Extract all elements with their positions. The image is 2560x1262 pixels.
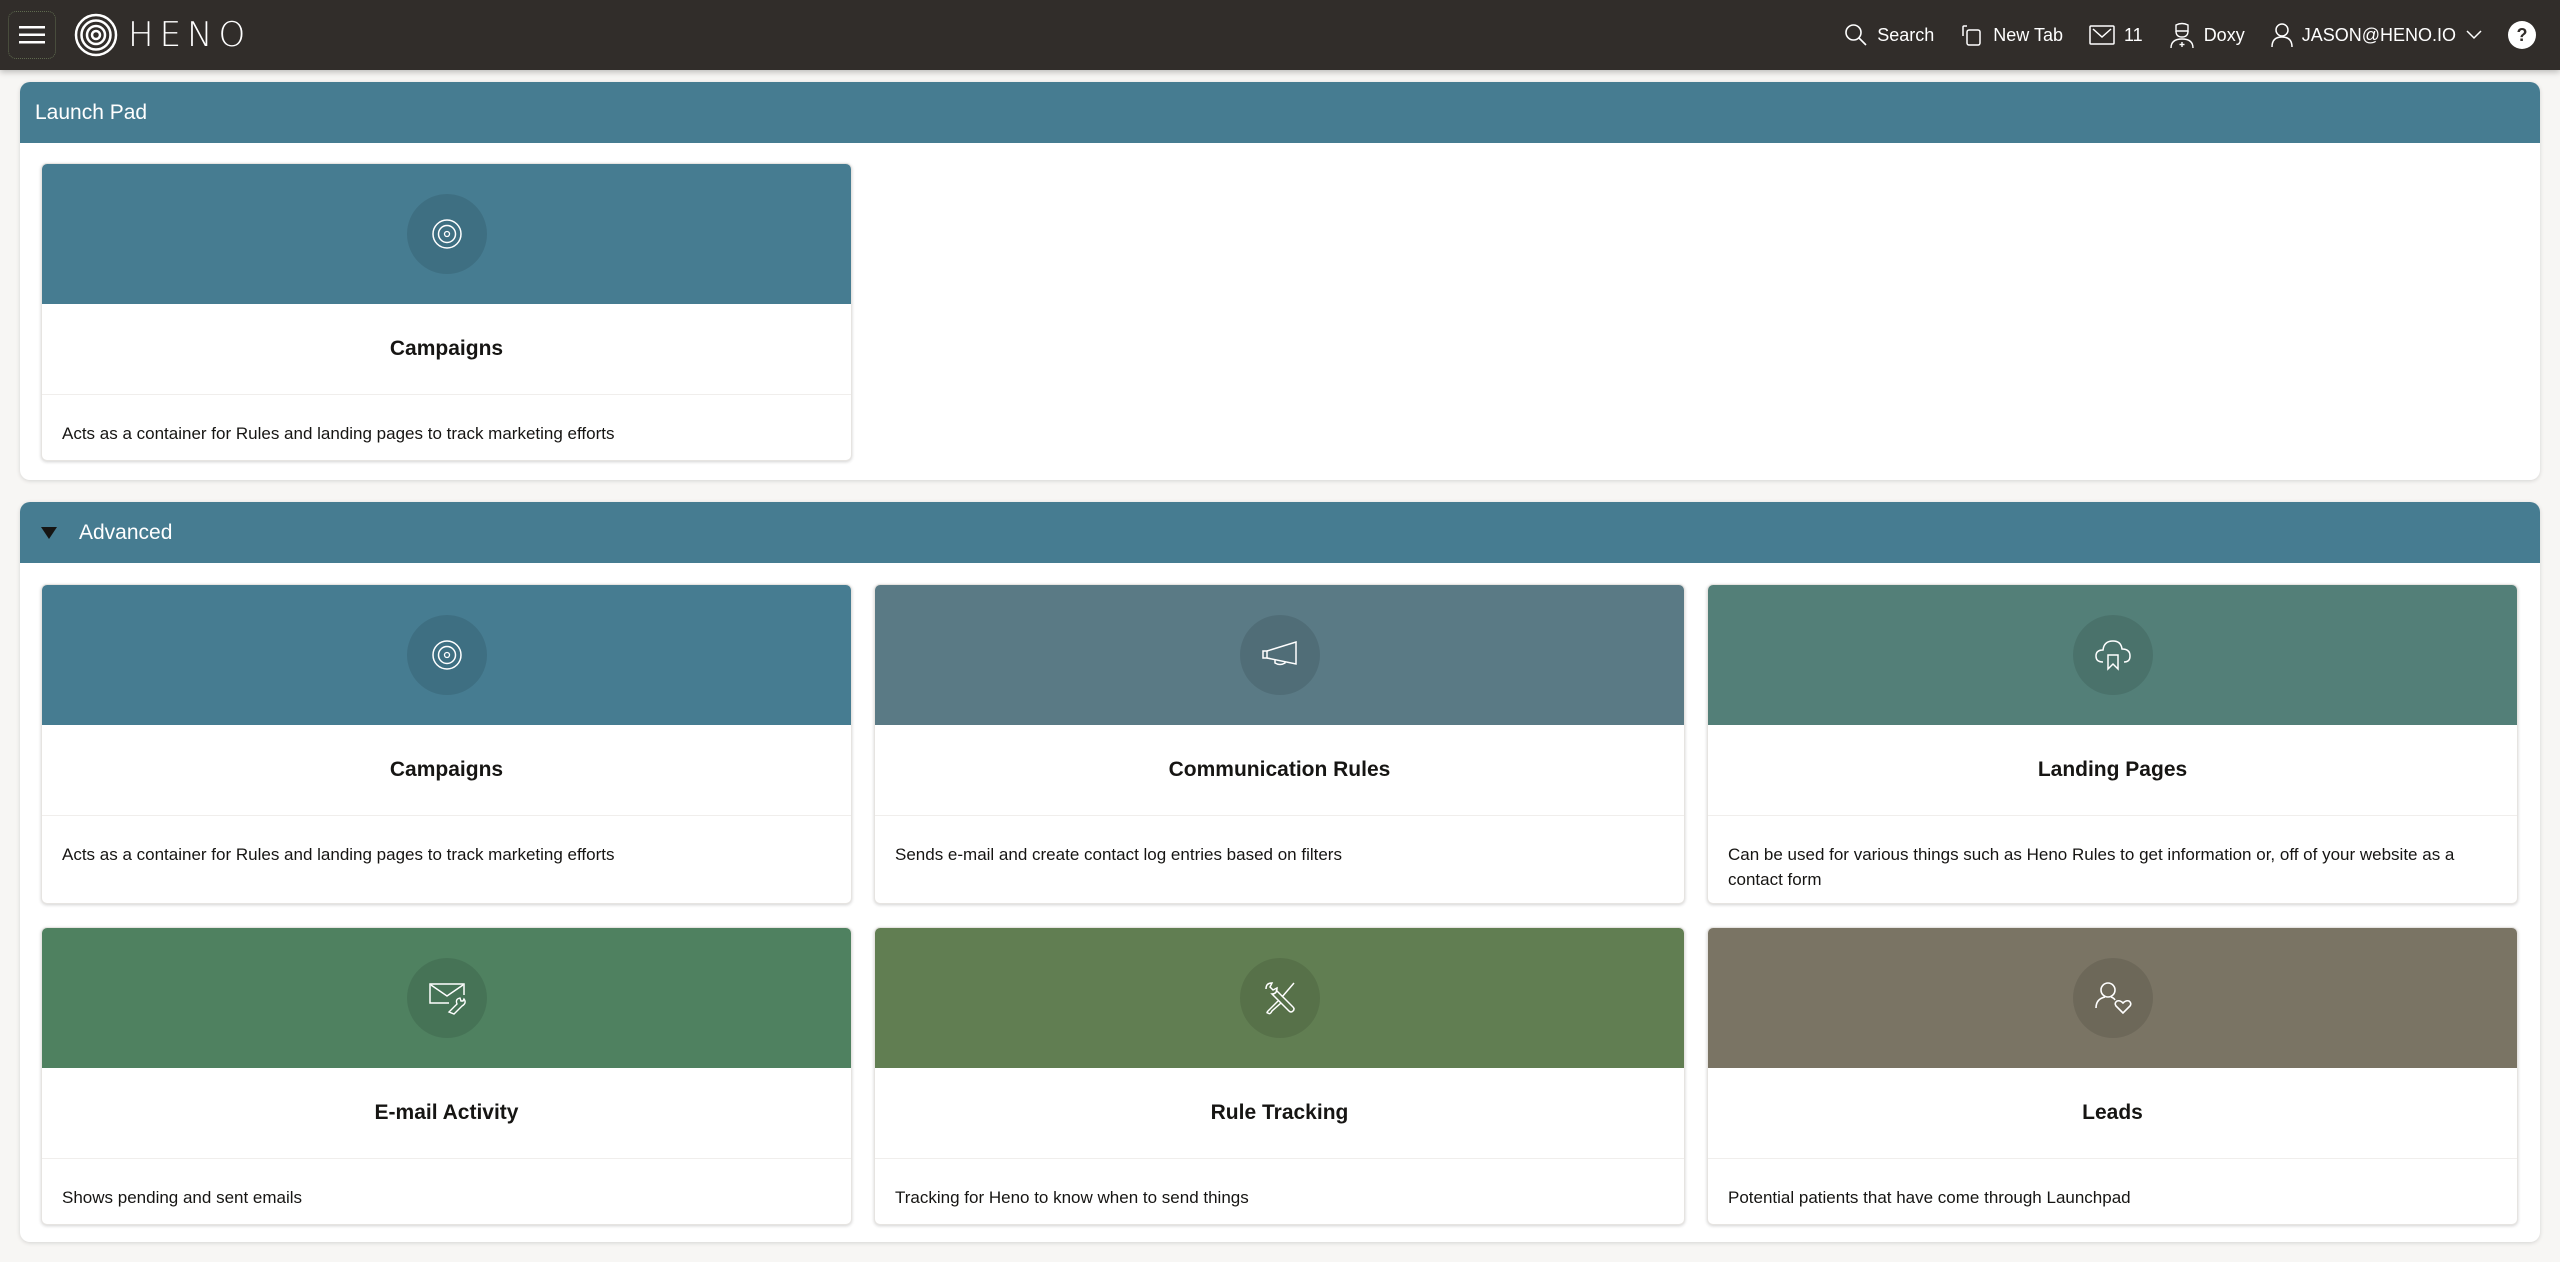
card-description: Can be used for various things such as H… [1728,845,2455,889]
card-banner [875,928,1684,1068]
menu-toggle-button[interactable] [8,11,56,59]
card-title: E-mail Activity [42,1068,851,1159]
card-title: Landing Pages [1708,725,2517,816]
card-description: Shows pending and sent emails [62,1188,303,1207]
chevron-down-icon [2466,30,2482,40]
doctor-icon [2169,22,2194,49]
launch-pad-title: Launch Pad [35,100,148,124]
collapse-triangle-icon[interactable] [41,526,57,539]
advanced-title: Advanced [79,520,173,544]
email-wrench-icon [428,983,466,1015]
card-description: Sends e-mail and create contact log entr… [895,845,1342,864]
card-banner [875,585,1684,725]
new-tab-button[interactable]: New Tab [1960,15,2063,55]
search-label: Search [1877,24,1935,45]
target-icon [431,640,462,670]
new-tab-label: New Tab [1993,24,2063,45]
card-title: Communication Rules [875,725,1684,816]
card-title: Campaigns [42,725,851,816]
advanced-card-landing-pages[interactable]: Landing Pages Can be used for various th… [1707,584,2518,904]
heno-logo-icon [74,13,118,57]
advanced-card-campaigns[interactable]: Campaigns Acts as a container for Rules … [41,584,852,904]
launch-pad-header: Launch Pad [20,82,2540,143]
card-banner [1708,928,2517,1068]
card-title: Campaigns [42,304,851,395]
card-banner [42,928,851,1068]
advanced-card-communication-rules[interactable]: Communication Rules Sends e-mail and cre… [874,584,1685,904]
card-description: Acts as a container for Rules and landin… [62,845,615,864]
messages-count: 11 [2124,24,2143,45]
brand-logo[interactable]: HENO [74,13,251,57]
card-banner [42,164,851,304]
card-description: Tracking for Heno to know when to send t… [895,1188,1249,1207]
new-tab-icon [1962,25,1982,46]
hamburger-icon [19,26,45,44]
tools-icon [1264,982,1295,1015]
card-title: Leads [1708,1068,2517,1159]
card-title: Rule Tracking [875,1068,1684,1159]
mail-icon [2089,25,2115,45]
target-icon [431,219,462,249]
launch-pad-region: Launch Pad Campaigns Acts as a container… [20,82,2540,480]
help-button[interactable]: ? [2508,21,2536,49]
search-icon [1845,24,1867,46]
card-banner [1708,585,2517,725]
search-button[interactable]: Search [1844,15,1934,55]
user-menu-button[interactable]: JASON@HENO.IO [2270,15,2482,55]
advanced-card-email-activity[interactable]: E-mail Activity Shows pending and sent e… [41,927,852,1225]
card-banner [42,585,851,725]
user-icon [2270,23,2293,48]
cloud-bookmark-icon [2094,640,2131,671]
doxy-label: Doxy [2203,24,2245,45]
card-description: Acts as a container for Rules and landin… [62,424,615,443]
user-label: JASON@HENO.IO [2301,24,2456,45]
doxy-button[interactable]: Doxy [2169,15,2245,55]
user-heart-icon [2094,982,2132,1015]
card-description: Potential patients that have come throug… [1728,1188,2131,1207]
advanced-card-rule-tracking[interactable]: Rule Tracking Tracking for Heno to know … [874,927,1685,1225]
advanced-region: Advanced Campaigns Acts as a container f… [20,502,2540,1242]
advanced-header[interactable]: Advanced [20,502,2540,563]
top-navigation-bar: HENO Search New Tab 11 Doxy JASON@HENO.I… [0,0,2560,70]
launch-pad-card-campaigns[interactable]: Campaigns Acts as a container for Rules … [41,163,852,461]
messages-button[interactable]: 11 [2089,15,2143,55]
advanced-card-leads[interactable]: Leads Potential patients that have come … [1707,927,2518,1225]
brand-name: HENO [128,15,252,55]
megaphone-icon [1261,640,1297,666]
